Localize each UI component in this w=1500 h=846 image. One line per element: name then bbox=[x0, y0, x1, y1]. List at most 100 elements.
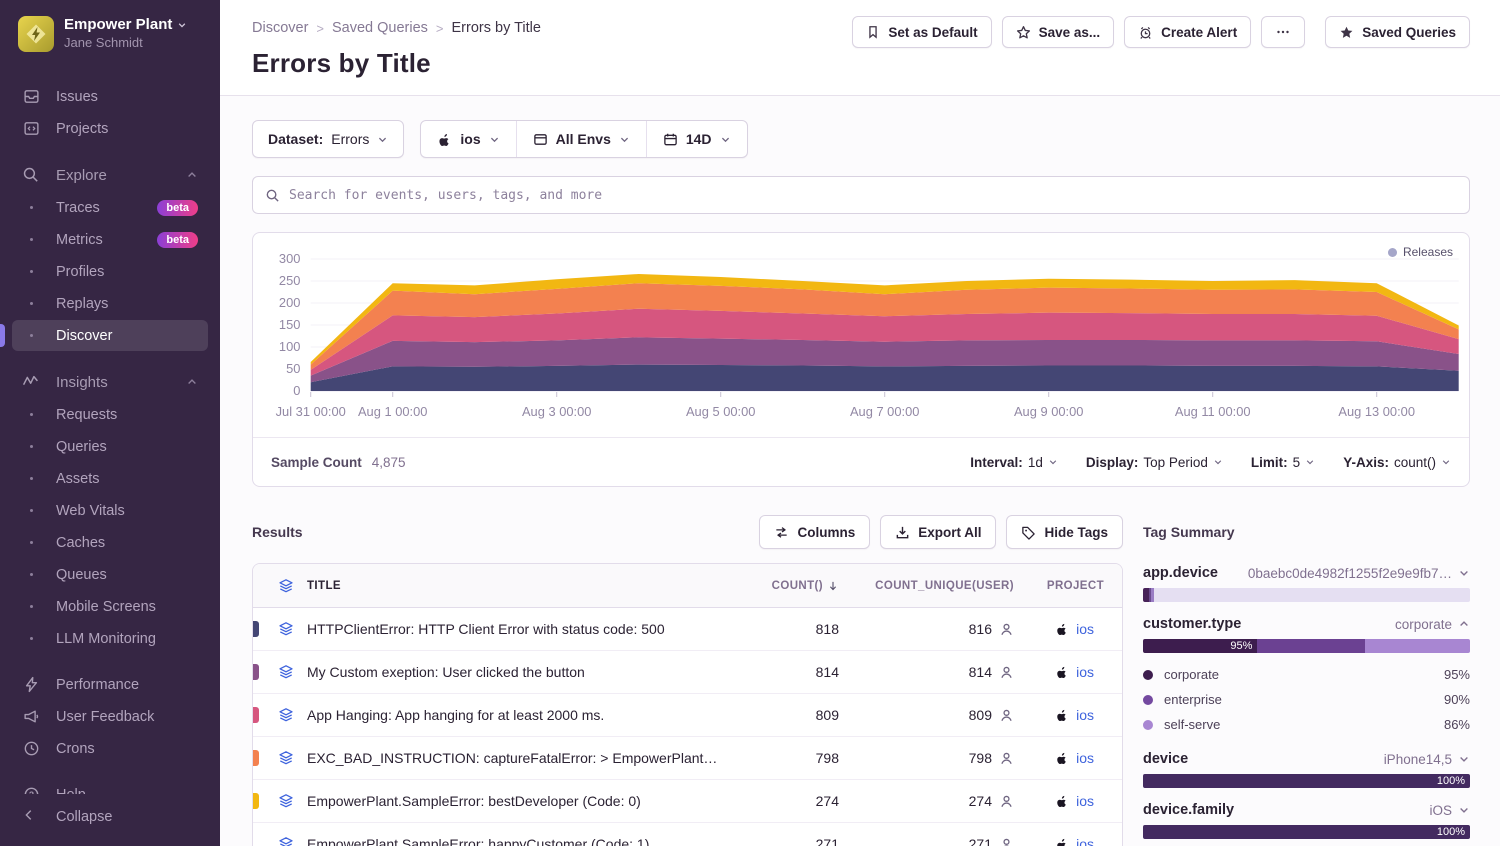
sidebar-item-profiles[interactable]: Profiles bbox=[12, 256, 208, 287]
display-selector[interactable]: Display:Top Period bbox=[1086, 455, 1223, 470]
set-as-default-button[interactable]: Set as Default bbox=[852, 16, 991, 48]
limit-selector[interactable]: Limit:5 bbox=[1251, 455, 1315, 470]
project-link[interactable]: ios bbox=[1076, 750, 1094, 766]
sidebar-item-replays[interactable]: Replays bbox=[12, 288, 208, 319]
sidebar-item-performance[interactable]: Performance bbox=[12, 669, 208, 700]
bullet-icon bbox=[22, 231, 40, 249]
row-title[interactable]: EmpowerPlant.SampleError: bestDeveloper … bbox=[307, 793, 729, 809]
tag-legend-row[interactable]: corporate95% bbox=[1143, 662, 1470, 687]
sidebar-item-label: Replays bbox=[56, 296, 108, 312]
dataset-selector[interactable]: Dataset: Errors bbox=[252, 120, 404, 158]
sidebar-item-web-vitals[interactable]: Web Vitals bbox=[12, 495, 208, 526]
project-filter[interactable]: ios bbox=[421, 121, 515, 157]
tag-value-toggle[interactable]: 0baebc0de4982f1255f2e9e9fb7… bbox=[1248, 566, 1470, 581]
search-input[interactable] bbox=[289, 188, 1457, 203]
stack-icon[interactable] bbox=[265, 707, 307, 723]
row-title[interactable]: HTTPClientError: HTTP Client Error with … bbox=[307, 621, 729, 637]
column-header-count[interactable]: COUNT() bbox=[729, 580, 839, 592]
sidebar-item-discover[interactable]: Discover bbox=[12, 320, 208, 351]
row-title[interactable]: App Hanging: App hanging for at least 20… bbox=[307, 707, 729, 723]
saved-queries-button[interactable]: Saved Queries bbox=[1325, 16, 1470, 48]
sidebar-item-help[interactable]: ?Help bbox=[12, 779, 208, 794]
tag-summary-heading: Tag Summary bbox=[1143, 513, 1470, 551]
row-title[interactable]: My Custom exeption: User clicked the but… bbox=[307, 664, 729, 680]
sidebar-item-projects[interactable]: Projects bbox=[12, 113, 208, 144]
nav-section-insights[interactable]: Insights bbox=[12, 366, 208, 398]
tag-value-toggle[interactable]: corporate bbox=[1395, 617, 1470, 632]
sidebar-item-issues[interactable]: Issues bbox=[12, 81, 208, 112]
row-title[interactable]: EXC_BAD_INSTRUCTION: captureFatalError: … bbox=[307, 750, 729, 766]
row-count-unique: 274 bbox=[839, 793, 1014, 809]
project-link[interactable]: ios bbox=[1076, 793, 1094, 809]
export-all-button[interactable]: Export All bbox=[880, 515, 996, 549]
project-link[interactable]: ios bbox=[1076, 836, 1094, 846]
sidebar-item-traces[interactable]: Tracesbeta bbox=[12, 192, 208, 223]
sidebar-item-caches[interactable]: Caches bbox=[12, 527, 208, 558]
chart-legend[interactable]: Releases bbox=[1388, 245, 1453, 259]
table-row[interactable]: App Hanging: App hanging for at least 20… bbox=[253, 694, 1122, 737]
sidebar-item-queues[interactable]: Queues bbox=[12, 559, 208, 590]
date-range-filter[interactable]: 14D bbox=[646, 121, 747, 157]
sidebar-item-queries[interactable]: Queries bbox=[12, 431, 208, 462]
nav-section-explore[interactable]: Explore bbox=[12, 159, 208, 191]
tag-legend-row[interactable]: enterprise90% bbox=[1143, 687, 1470, 712]
column-header-project[interactable]: PROJECT bbox=[1014, 580, 1122, 592]
nav-group: InsightsRequestsQueries Assets Web VitalsC… bbox=[0, 366, 220, 654]
tag-name: device bbox=[1143, 751, 1188, 767]
legend-dot-icon bbox=[1143, 695, 1153, 705]
table-row[interactable]: HTTPClientError: HTTP Client Error with … bbox=[253, 608, 1122, 651]
sidebar-item-assets[interactable]: Assets bbox=[12, 463, 208, 494]
table-row[interactable]: EXC_BAD_INSTRUCTION: captureFatalError: … bbox=[253, 737, 1122, 780]
chevron-down-icon bbox=[619, 134, 630, 145]
row-project: ios bbox=[1014, 836, 1122, 846]
column-header-count-unique[interactable]: COUNT_UNIQUE(USER) bbox=[839, 580, 1014, 592]
more-options-button[interactable] bbox=[1261, 16, 1305, 48]
create-alert-button[interactable]: Create Alert bbox=[1124, 16, 1251, 48]
tag-value-toggle[interactable]: iPhone14,5 bbox=[1384, 752, 1470, 767]
column-header-title[interactable]: TITLE bbox=[307, 580, 729, 592]
breadcrumb-saved-queries[interactable]: Saved Queries bbox=[332, 20, 428, 36]
tag-legend-row[interactable]: self-serve86% bbox=[1143, 712, 1470, 737]
environment-filter[interactable]: All Envs bbox=[516, 121, 646, 157]
sidebar-item-crons[interactable]: Crons bbox=[12, 733, 208, 764]
sidebar-item-metrics[interactable]: Metricsbeta bbox=[12, 224, 208, 255]
org-switcher[interactable]: Empower Plant Jane Schmidt bbox=[0, 0, 220, 62]
hide-tags-button[interactable]: Hide Tags bbox=[1006, 515, 1123, 549]
tag-distribution-bar[interactable] bbox=[1143, 588, 1470, 602]
svg-text:Aug 9 00:00: Aug 9 00:00 bbox=[1014, 405, 1083, 419]
tag-distribution-bar[interactable]: 100% bbox=[1143, 774, 1470, 788]
y-axis-selector[interactable]: Y-Axis:count() bbox=[1343, 455, 1451, 470]
stack-icon[interactable] bbox=[265, 750, 307, 766]
interval-selector[interactable]: Interval:1d bbox=[970, 455, 1058, 470]
sidebar-item-requests[interactable]: Requests bbox=[12, 399, 208, 430]
svg-text:200: 200 bbox=[279, 296, 300, 310]
table-row[interactable]: EmpowerPlant.SampleError: happyCustomer … bbox=[253, 823, 1122, 846]
tag-name: customer.type bbox=[1143, 616, 1241, 632]
project-link[interactable]: ios bbox=[1076, 707, 1094, 723]
sidebar-item-label: Assets bbox=[56, 471, 100, 487]
table-row[interactable]: My Custom exeption: User clicked the but… bbox=[253, 651, 1122, 694]
stack-icon[interactable] bbox=[265, 621, 307, 637]
tag-distribution-bar[interactable]: 100% bbox=[1143, 825, 1470, 839]
stack-icon[interactable] bbox=[265, 836, 307, 846]
breadcrumb-current: Errors by Title bbox=[452, 20, 541, 36]
row-title[interactable]: EmpowerPlant.SampleError: happyCustomer … bbox=[307, 836, 729, 846]
tag-distribution-bar[interactable]: 95% bbox=[1143, 639, 1470, 653]
user-icon bbox=[999, 622, 1014, 637]
sample-count-label: Sample Count bbox=[271, 455, 362, 470]
sidebar-item-llm-monitoring[interactable]: LLM Monitoring bbox=[12, 623, 208, 654]
project-link[interactable]: ios bbox=[1076, 664, 1094, 680]
stack-icon[interactable] bbox=[265, 664, 307, 680]
project-link[interactable]: ios bbox=[1076, 621, 1094, 637]
stack-icon[interactable] bbox=[265, 793, 307, 809]
svg-text:0: 0 bbox=[293, 384, 300, 398]
save-as-button[interactable]: Save as... bbox=[1002, 16, 1115, 48]
sidebar-item-mobile-screens[interactable]: Mobile Screens bbox=[12, 591, 208, 622]
collapse-button[interactable]: Collapse bbox=[0, 794, 220, 846]
tag-value-toggle[interactable]: iOS bbox=[1429, 803, 1470, 818]
table-row[interactable]: EmpowerPlant.SampleError: bestDeveloper … bbox=[253, 780, 1122, 823]
breadcrumb-discover[interactable]: Discover bbox=[252, 20, 308, 36]
stacked-area-chart[interactable]: 050100150200250300Jul 31 00:00Aug 1 00:0… bbox=[253, 239, 1469, 437]
columns-button[interactable]: Columns bbox=[759, 515, 870, 549]
sidebar-item-user-feedback[interactable]: User Feedback bbox=[12, 701, 208, 732]
